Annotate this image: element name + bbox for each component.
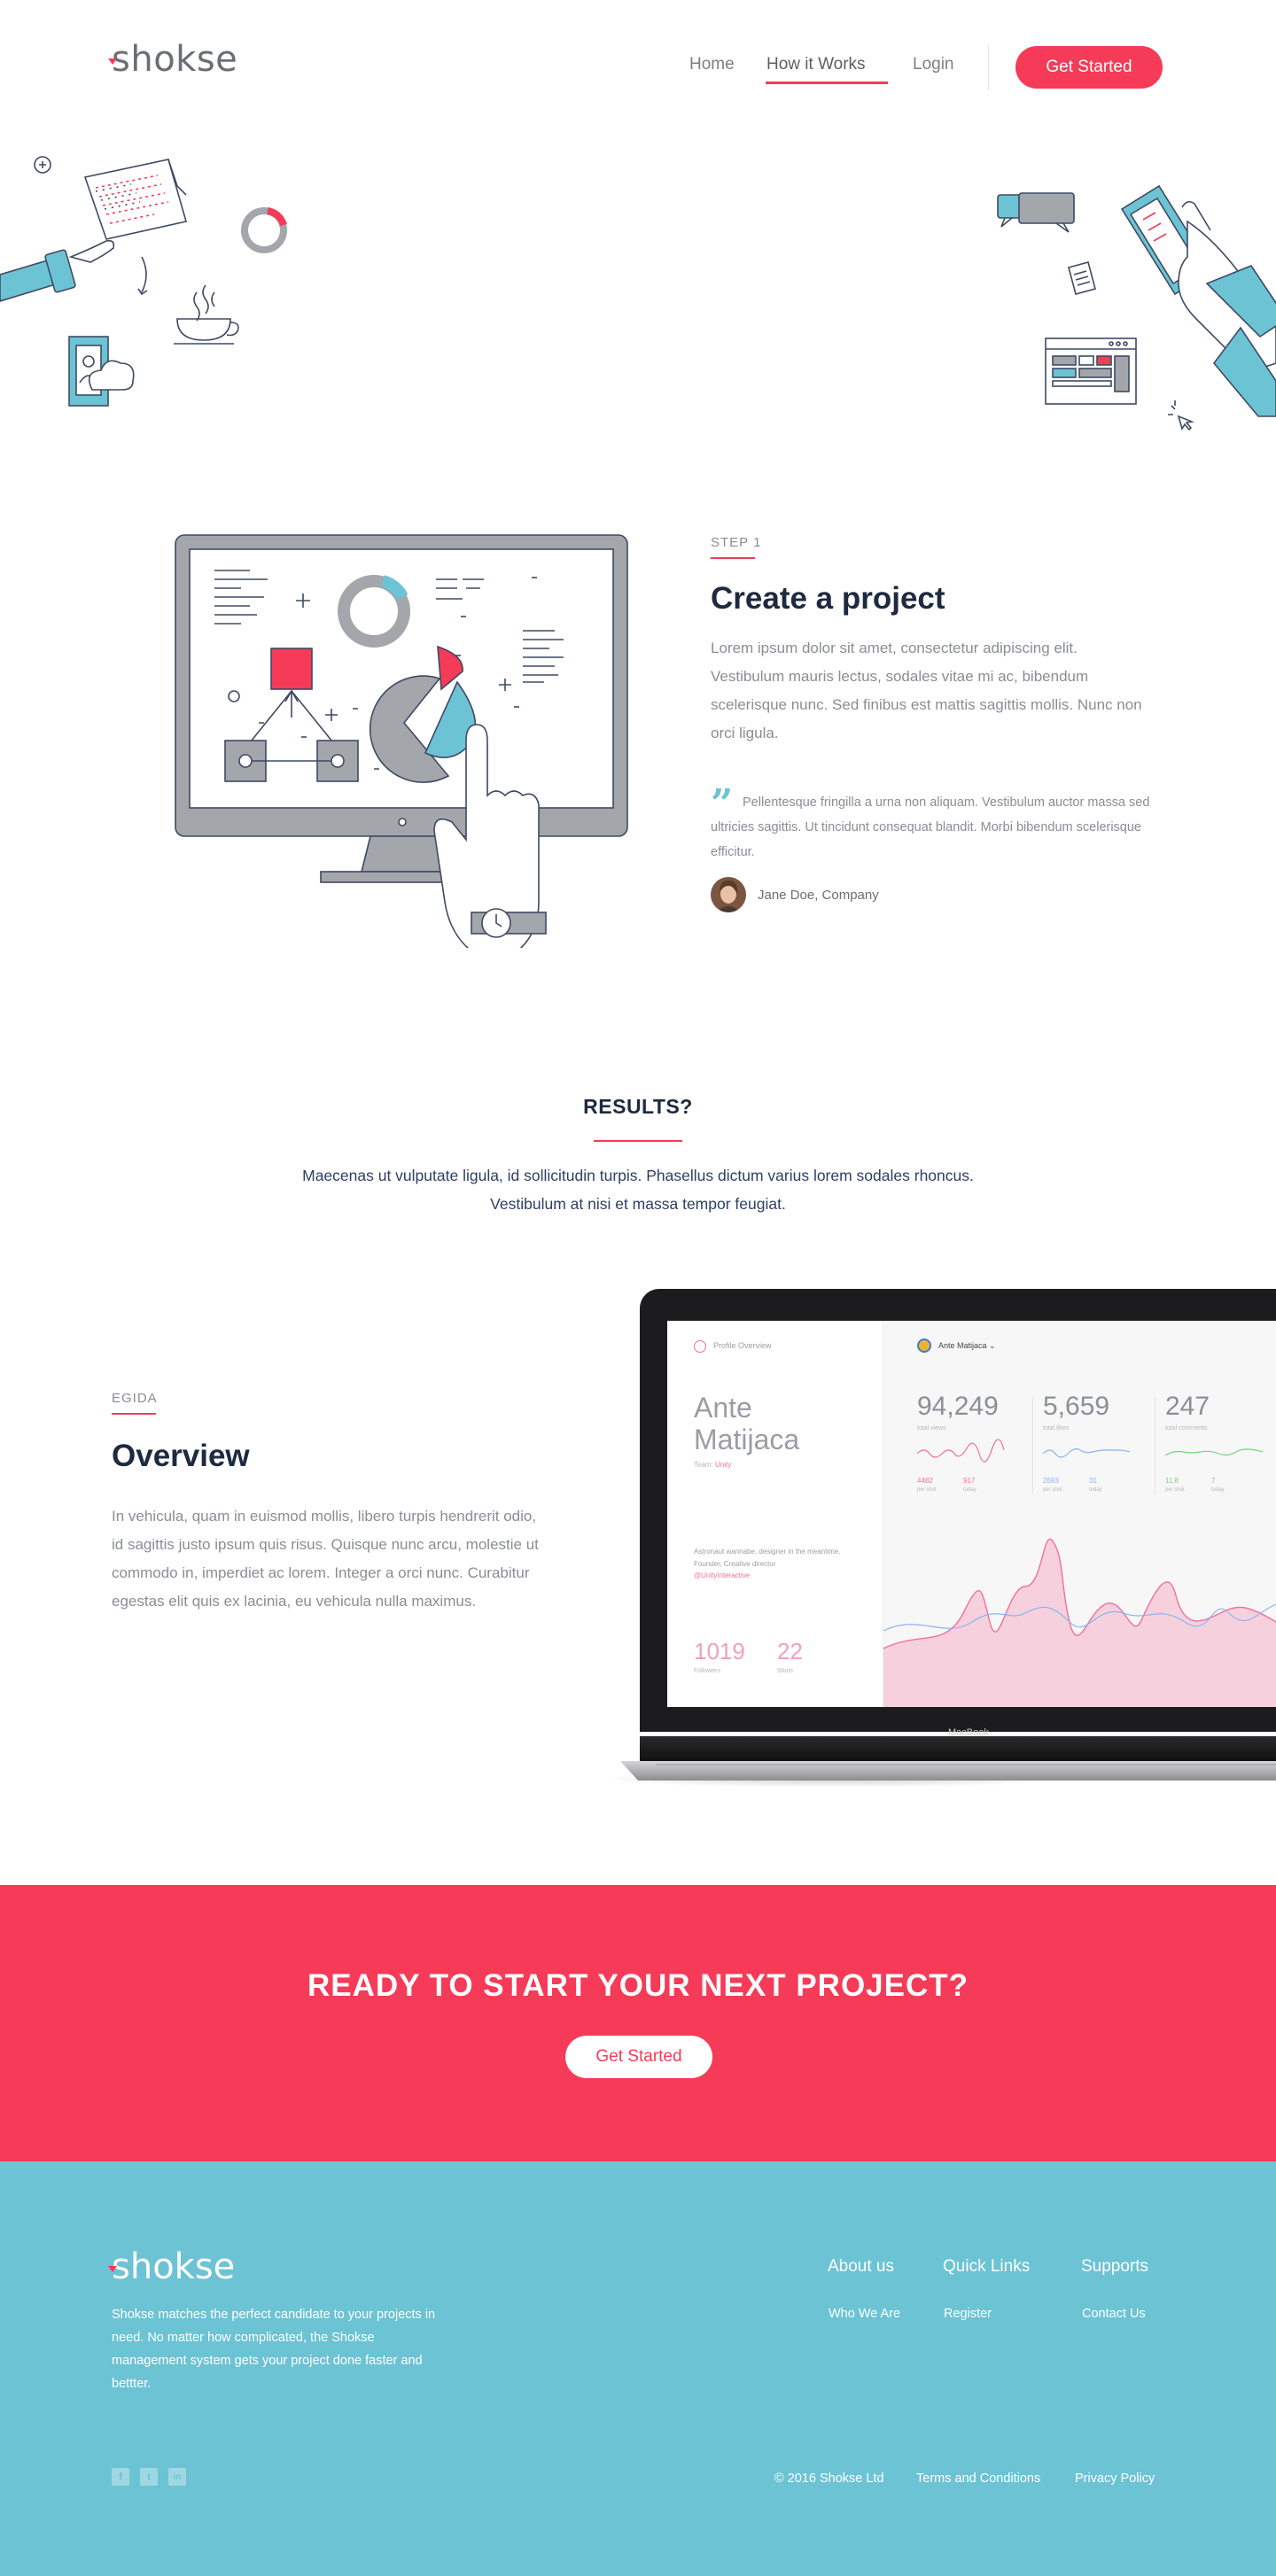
cta-section: READY TO START YOUR NEXT PROJECT? Get St…: [0, 1885, 1276, 2161]
team-row: Team: Unity: [694, 1461, 731, 1469]
step-title: Create a project: [711, 581, 945, 616]
followers-count: 1019: [694, 1638, 745, 1664]
stats-panel: Ante Matijaca ⌄ 94,249 total views 4482 …: [883, 1321, 1276, 1707]
dribbble-icon: [694, 1340, 706, 1353]
profile-last-name: Matijaca: [694, 1424, 800, 1455]
stats-sparklines-chart: [883, 1439, 1276, 1707]
team-label: Team:: [694, 1461, 713, 1469]
site-header: shokse Home How it Works Login Get Start…: [0, 0, 1276, 142]
results-description: Maecenas ut vulputate ligula, id sollici…: [302, 1167, 974, 1213]
results-title: RESULTS?: [583, 1095, 693, 1118]
shots-count: 22: [777, 1638, 803, 1664]
overview-label-underline: [112, 1413, 156, 1415]
overview-description: In vehicula, quam in euismod mollis, lib…: [112, 1508, 539, 1610]
footer-heading-about: About us: [828, 2257, 894, 2276]
footer-heading-quick-links: Quick Links: [943, 2257, 1031, 2276]
profile-name: Ante Matijaca: [694, 1392, 799, 1455]
site-footer: shokse Shokse matches the perfect candid…: [0, 2161, 1276, 2576]
testimonial-author: Jane Doe, Company: [758, 888, 879, 903]
shots-label: Shots: [777, 1668, 793, 1674]
profile-first-name: Ante: [694, 1392, 752, 1424]
footer-logo-text: shokse: [112, 2246, 236, 2287]
footer-logo[interactable]: shokse: [108, 2246, 236, 2287]
twitter-icon[interactable]: t: [140, 2468, 158, 2486]
step-description: Lorem ipsum dolor sit amet, consectetur …: [711, 640, 1142, 741]
logo-mark: [108, 58, 117, 65]
profile-handle[interactable]: @UnityInteractive: [694, 1571, 750, 1579]
linkedin-icon[interactable]: in: [168, 2468, 186, 2486]
followers-label: Followers: [694, 1668, 720, 1674]
terms-link[interactable]: Terms and Conditions: [916, 2471, 1040, 2486]
nav-divider: [988, 44, 989, 90]
cta-get-started-button[interactable]: Get Started: [565, 2036, 712, 2078]
footer-description: Shokse matches the perfect candidate to …: [112, 2308, 436, 2391]
team-value: Unity: [715, 1461, 732, 1469]
profile-bio: Astronaut wannabe, designer in the meant…: [694, 1548, 841, 1568]
nav-login[interactable]: Login: [913, 55, 954, 74]
footer-heading-supports: Supports: [1081, 2257, 1149, 2276]
avatar: [711, 877, 746, 912]
monitor-illustration: [175, 534, 628, 948]
logo-mark: [108, 2266, 117, 2272]
profile-overview-label: Profile Overview: [713, 1341, 772, 1350]
step-label-underline: [711, 557, 755, 559]
facebook-icon[interactable]: f: [112, 2468, 129, 2486]
copyright: © 2016 Shokse Ltd: [774, 2471, 884, 2486]
nav-how-it-works[interactable]: How it Works: [766, 55, 866, 74]
dashboard-screen: Profile Overview Ante Matijaca Team: Uni…: [667, 1321, 1276, 1707]
step-label: STEP 1: [711, 535, 762, 550]
overview-label: EGIDA: [112, 1391, 158, 1406]
logo[interactable]: shokse: [108, 39, 238, 80]
overview-title: Overview: [112, 1439, 250, 1473]
nav-active-indicator: [766, 81, 888, 84]
privacy-link[interactable]: Privacy Policy: [1075, 2471, 1155, 2486]
get-started-button[interactable]: Get Started: [1015, 46, 1163, 89]
logo-text: shokse: [112, 39, 238, 80]
footer-link-contact-us[interactable]: Contact Us: [1082, 2307, 1146, 2321]
cta-title: READY TO START YOUR NEXT PROJECT?: [307, 1968, 969, 2003]
nav-home[interactable]: Home: [689, 55, 735, 74]
laptop-base: [603, 1736, 1276, 1788]
hero-illustration-left: [0, 156, 287, 407]
results-underline: [594, 1140, 682, 1142]
device-label: MacBook: [948, 1727, 989, 1738]
profile-panel: Profile Overview Ante Matijaca Team: Uni…: [667, 1321, 883, 1707]
hero-illustration-right: [997, 184, 1276, 431]
footer-link-who-we-are[interactable]: Who We Are: [829, 2307, 900, 2321]
testimonial-quote: Pellentesque fringilla a urna non aliqua…: [711, 795, 1150, 859]
footer-link-register[interactable]: Register: [944, 2307, 992, 2321]
